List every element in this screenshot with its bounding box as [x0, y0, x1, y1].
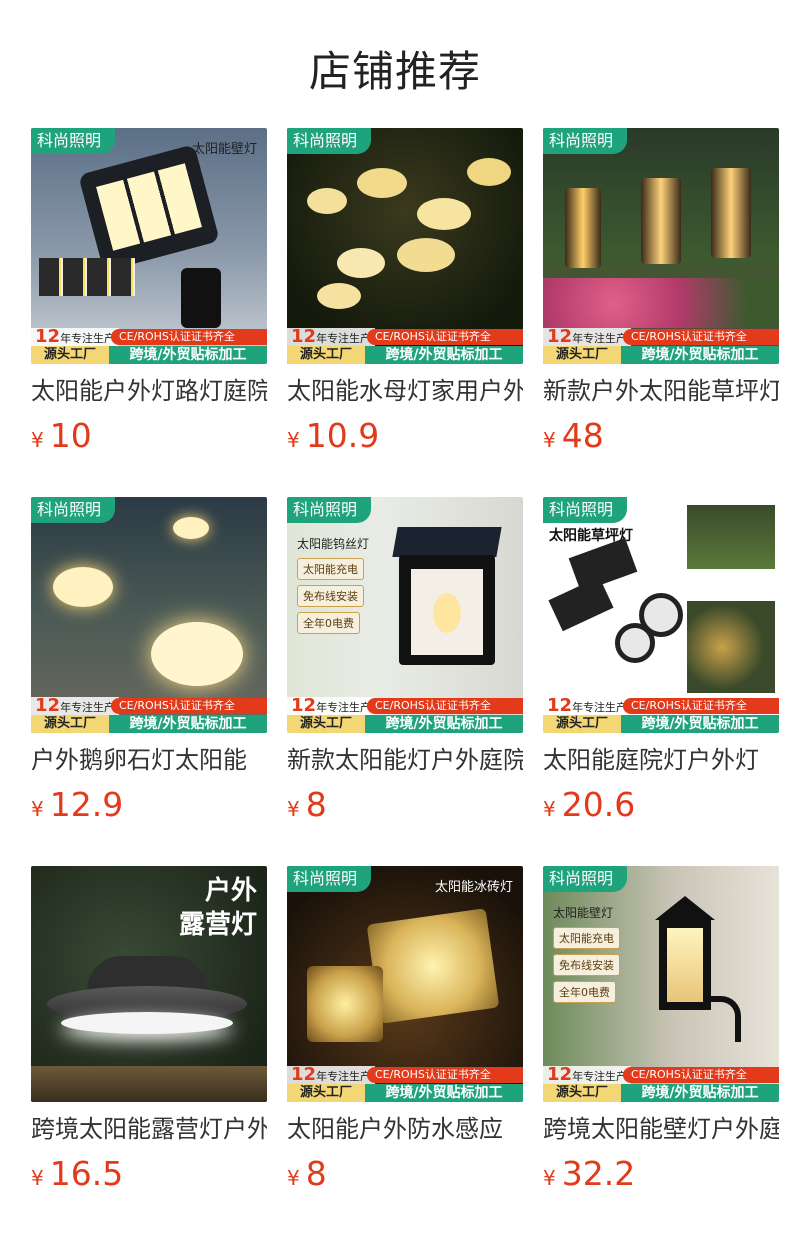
product-name[interactable]: 太阳能庭院灯户外灯 [543, 743, 779, 777]
product-price: ¥48 [543, 416, 604, 455]
product-price: ¥10.9 [287, 416, 380, 455]
variants-strip [39, 258, 135, 296]
pebble-light [173, 517, 209, 539]
product-name[interactable]: 太阳能水母灯家用户外 [287, 374, 523, 408]
spot-light [615, 623, 655, 663]
feature-list: 太阳能钨丝灯 太阳能充电 免布线安装 全年0电费 [297, 535, 385, 639]
jellyfish-light [307, 188, 347, 214]
jellyfish-light [397, 238, 455, 272]
product-card[interactable]: 科尚照明 12年专注生产 CE/ROHS认证证书齐全 源头工厂 跨境/外贸贴标加… [543, 128, 779, 456]
product-image[interactable]: 科尚照明 太阳能冰砖灯 12年专注生产 CE/ROHS认证证书齐全 源头工厂 跨… [287, 866, 523, 1102]
product-image[interactable]: 科尚照明 12年专注生产 CE/ROHS认证证书齐全 源头工厂 跨境/外贸贴标加… [543, 128, 779, 364]
product-price: ¥8 [287, 785, 327, 824]
product-name[interactable]: 新款太阳能灯户外庭院 [287, 743, 523, 777]
product-name[interactable]: 跨境太阳能壁灯户外庭院 [543, 1112, 779, 1146]
product-card[interactable]: 科尚照明 太阳能壁灯 12年专注生产 CE/ROHS认证证书齐全 源头工厂 跨境… [31, 128, 267, 456]
lamp-mount [181, 268, 221, 328]
promo-banner: 12年专注生产 CE/ROHS认证证书齐全 源头工厂 跨境/外贸贴标加工 [31, 328, 267, 364]
product-name[interactable]: 跨境太阳能露营灯户外 [31, 1112, 267, 1146]
solar-panel [548, 576, 614, 632]
jellyfish-light [467, 158, 511, 186]
brand-tag: 科尚照明 [287, 497, 372, 523]
product-price: ¥20.6 [543, 785, 636, 824]
flower-bed [543, 278, 779, 328]
product-card[interactable]: 科尚照明 太阳能冰砖灯 12年专注生产 CE/ROHS认证证书齐全 源头工厂 跨… [287, 866, 523, 1194]
jellyfish-light [317, 283, 361, 309]
brand-tag: 科尚照明 [31, 128, 116, 154]
product-card[interactable]: 科尚照明 12年专注生产 CE/ROHS认证证书齐全 源头工厂 跨境/外贸贴标加… [31, 497, 267, 825]
filament-bulb [433, 593, 461, 633]
image-caption: 太阳能冰砖灯 [434, 880, 513, 895]
lamp-glass [667, 928, 703, 1002]
page-title: 店铺推荐 [308, 47, 481, 96]
jellyfish-light [357, 168, 407, 198]
product-image[interactable]: 科尚照明 12年专注生产 CE/ROHS认证证书齐全 源头工厂 跨境/外贸贴标加… [287, 128, 523, 364]
shop-recommendation-page: 店铺推荐 科尚照明 太阳能壁灯 12年专注生产 CE/ROHS认证证书齐全 源头… [0, 0, 790, 1234]
scene-photo [687, 505, 775, 569]
camping-lamp-light [61, 1012, 233, 1034]
brand-tag: 科尚照明 [287, 866, 372, 892]
brand-tag: 科尚照明 [543, 128, 628, 154]
product-image[interactable]: 户外 露营灯 [31, 866, 267, 1102]
product-name[interactable]: 新款户外太阳能草坪灯 [543, 374, 779, 408]
promo-banner: 12年专注生产 CE/ROHS认证证书齐全 源头工厂 跨境/外贸贴标加工 [543, 697, 779, 733]
product-price: ¥32.2 [543, 1154, 636, 1193]
lawn-lamp [711, 168, 751, 258]
product-image[interactable]: 科尚照明 太阳能壁灯 12年专注生产 CE/ROHS认证证书齐全 源头工厂 跨境… [31, 128, 267, 364]
scene-photo [687, 601, 775, 693]
promo-banner: 12年专注生产 CE/ROHS认证证书齐全 源头工厂 跨境/外贸贴标加工 [287, 1066, 523, 1102]
product-card[interactable]: 户外 露营灯 跨境太阳能露营灯户外 ¥16.5 [31, 866, 267, 1194]
promo-banner: 12年专注生产 CE/ROHS认证证书齐全 源头工厂 跨境/外贸贴标加工 [287, 328, 523, 364]
wall-bracket [703, 996, 741, 1042]
product-image[interactable]: 科尚照明 12年专注生产 CE/ROHS认证证书齐全 源头工厂 跨境/外贸贴标加… [31, 497, 267, 733]
product-card[interactable]: 科尚照明 太阳能草坪灯 12年专注生产 CE/ROHS认证证书齐全 源头工厂 跨… [543, 497, 779, 825]
lamp-roof [655, 896, 715, 920]
log-surface [31, 1066, 267, 1102]
promo-banner: 12年专注生产 CE/ROHS认证证书齐全 源头工厂 跨境/外贸贴标加工 [543, 328, 779, 364]
image-caption: 户外 露营灯 [178, 876, 257, 940]
promo-banner: 12年专注生产 CE/ROHS认证证书齐全 源头工厂 跨境/外贸贴标加工 [287, 697, 523, 733]
pebble-light [53, 567, 113, 607]
image-caption: 太阳能壁灯 [191, 142, 257, 157]
product-image[interactable]: 科尚照明 太阳能壁灯 太阳能充电 免布线安装 全年0电费 12年专注生产 CE/… [543, 866, 779, 1102]
solar-panel [392, 527, 502, 557]
product-card[interactable]: 科尚照明 12年专注生产 CE/ROHS认证证书齐全 源头工厂 跨境/外贸贴标加… [287, 128, 523, 456]
brand-tag: 科尚照明 [287, 128, 372, 154]
brand-tag: 科尚照明 [543, 497, 628, 523]
brand-tag: 科尚照明 [31, 497, 116, 523]
product-price: ¥12.9 [31, 785, 124, 824]
product-price: ¥8 [287, 1154, 327, 1193]
jellyfish-light [337, 248, 385, 278]
promo-banner: 12年专注生产 CE/ROHS认证证书齐全 源头工厂 跨境/外贸贴标加工 [31, 697, 267, 733]
product-name[interactable]: 太阳能户外灯路灯庭院灯 [31, 374, 267, 408]
promo-banner: 12年专注生产 CE/ROHS认证证书齐全 源头工厂 跨境/外贸贴标加工 [543, 1066, 779, 1102]
feature-list: 太阳能壁灯 太阳能充电 免布线安装 全年0电费 [553, 904, 641, 1008]
product-name[interactable]: 太阳能户外防水感应 [287, 1112, 523, 1146]
pebble-light [151, 622, 243, 686]
product-image[interactable]: 科尚照明 太阳能钨丝灯 太阳能充电 免布线安装 全年0电费 12年专注生产 CE… [287, 497, 523, 733]
product-card[interactable]: 科尚照明 太阳能钨丝灯 太阳能充电 免布线安装 全年0电费 12年专注生产 CE… [287, 497, 523, 825]
product-price: ¥10 [31, 416, 92, 455]
product-card[interactable]: 科尚照明 太阳能壁灯 太阳能充电 免布线安装 全年0电费 12年专注生产 CE/… [543, 866, 779, 1194]
ice-brick-light [307, 966, 383, 1042]
lawn-lamp [641, 178, 681, 264]
product-name[interactable]: 户外鹅卵石灯太阳能 [31, 743, 267, 777]
product-price: ¥16.5 [31, 1154, 124, 1193]
product-image[interactable]: 科尚照明 太阳能草坪灯 12年专注生产 CE/ROHS认证证书齐全 源头工厂 跨… [543, 497, 779, 733]
lawn-lamp [565, 188, 601, 268]
brand-tag: 科尚照明 [543, 866, 628, 892]
ice-brick-light [366, 908, 500, 1024]
jellyfish-light [417, 198, 471, 230]
